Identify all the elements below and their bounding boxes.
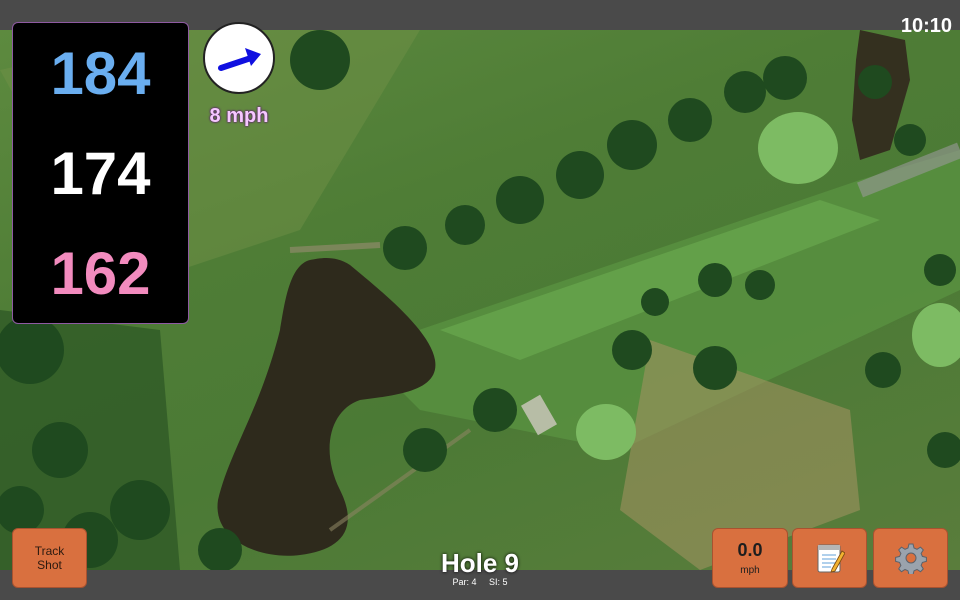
track-shot-label-line1: Track bbox=[34, 544, 65, 558]
speed-unit: mph bbox=[740, 565, 760, 576]
track-shot-label-line2: Shot bbox=[37, 558, 62, 572]
hole-meta: Par: 4 SI: 5 bbox=[380, 577, 580, 587]
speed-button[interactable]: 0.0 mph bbox=[712, 528, 788, 588]
arrow-icon bbox=[218, 48, 261, 71]
hole-title: Hole 9 bbox=[440, 548, 520, 578]
front-distance: 162 bbox=[50, 239, 151, 307]
settings-button[interactable] bbox=[873, 528, 948, 588]
notepad-icon bbox=[817, 544, 845, 573]
status-time: 10:10 bbox=[900, 15, 952, 37]
distance-panel: 184 174 162 bbox=[12, 22, 189, 324]
notes-button[interactable] bbox=[792, 528, 867, 588]
wind-speed: 8 mph bbox=[209, 105, 269, 127]
hole-stroke-index: SI: 5 bbox=[489, 577, 508, 587]
speed-value: 0.0 bbox=[737, 540, 763, 560]
gear-icon bbox=[894, 543, 927, 574]
middle-distance: 174 bbox=[50, 139, 151, 207]
track-shot-button[interactable]: Track Shot bbox=[12, 528, 87, 588]
hole-par: Par: 4 bbox=[452, 577, 477, 587]
back-distance: 184 bbox=[50, 39, 151, 107]
wind-direction-dial bbox=[203, 22, 275, 94]
